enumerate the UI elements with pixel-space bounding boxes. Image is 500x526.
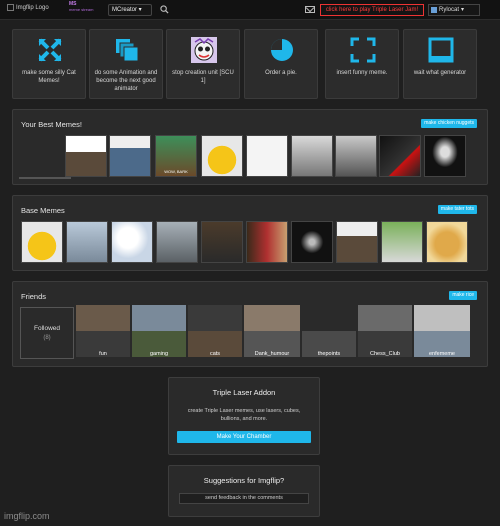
addon-description: create Triple Laser memes, use lasers, c… — [187, 408, 301, 422]
make-tater-tots-button[interactable]: make tater tots — [437, 205, 477, 214]
panel-title: Friends — [21, 292, 47, 301]
mail-icon[interactable] — [305, 6, 315, 13]
shortcut-tile[interactable]: Order a pie. — [244, 29, 318, 99]
meme-thumb[interactable] — [246, 221, 288, 263]
meme-thumb[interactable] — [156, 221, 198, 263]
promo-link[interactable]: click here to play Triple Laser Jam! — [320, 4, 424, 16]
panel-title: Your Best Memes! — [21, 120, 82, 129]
shortcut-tile[interactable]: do some Animation and become the next go… — [89, 29, 163, 99]
triple-laser-addon-box: Triple Laser Addon create Triple Laser m… — [168, 377, 320, 455]
meme-thumb[interactable] — [111, 221, 153, 263]
stream-select[interactable]: MCreator ▾ — [108, 4, 152, 16]
make-chicken-nuggets-button[interactable]: make chicken nuggets — [421, 119, 477, 128]
meme-thumb[interactable]: WOW, BARK — [155, 135, 197, 177]
friend-folder-fun[interactable]: fun — [76, 305, 130, 357]
meme-thumb[interactable] — [201, 221, 243, 263]
meme-thumb[interactable] — [424, 135, 466, 177]
character-face-icon — [191, 37, 217, 63]
feedback-field[interactable]: send feedback in the comments — [179, 493, 309, 504]
search-icon[interactable] — [160, 5, 169, 14]
scroll-indicator[interactable] — [19, 177, 71, 179]
base-memes-panel: Base Memes make tater tots — [12, 195, 488, 271]
meme-thumb[interactable] — [21, 221, 63, 263]
shortcut-tile[interactable]: make some silly Cat Memes! — [12, 29, 86, 99]
make-your-chamber-button[interactable]: Make Your Chamber — [177, 431, 311, 443]
meme-thumb[interactable] — [379, 135, 421, 177]
pie-chart-icon — [271, 39, 293, 61]
friend-folder-dank-humour[interactable]: Dank_humour — [244, 305, 300, 357]
suggestions-box: Suggestions for Imgflip? send feedback i… — [168, 465, 320, 517]
broken-image-icon — [7, 4, 14, 11]
meme-thumb[interactable] — [65, 135, 107, 177]
x-arrows-icon — [38, 38, 62, 62]
friend-folder-chess-club[interactable]: Chess_Club — [358, 305, 412, 357]
best-memes-panel: Your Best Memes! make chicken nuggets WO… — [12, 109, 488, 185]
shortcut-tile[interactable]: wait what generator — [403, 29, 477, 99]
window-icon — [428, 37, 454, 63]
friend-folder-gaming[interactable]: gaming — [132, 305, 186, 357]
meme-thumb[interactable] — [66, 221, 108, 263]
avatar — [431, 7, 437, 13]
meme-thumb[interactable] — [201, 135, 243, 177]
site-watermark: imgflip.com — [4, 511, 50, 521]
shortcut-tile[interactable]: insert funny meme. — [325, 29, 399, 99]
make-rice-button[interactable]: make rice — [449, 291, 477, 300]
shortcut-tile[interactable]: stop creation unit [SCU 1] — [166, 29, 240, 99]
friend-folder-thepoints[interactable]: thepoints — [302, 305, 356, 357]
meme-thumb[interactable] — [291, 221, 333, 263]
friend-folder-cats[interactable]: cats — [188, 305, 242, 357]
meme-thumb[interactable] — [335, 135, 377, 177]
imgflip-logo[interactable]: Imgflip Logo — [7, 4, 49, 11]
meme-stream-badge[interactable]: MS meme stream — [69, 2, 95, 18]
addon-title: Triple Laser Addon — [212, 388, 276, 397]
meme-thumb[interactable] — [109, 135, 151, 177]
stacked-frames-icon — [116, 39, 139, 62]
meme-thumb[interactable] — [336, 221, 378, 263]
followed-folder[interactable]: Followed (8) — [20, 307, 74, 359]
friend-folder-enfememe[interactable]: enfememe — [414, 305, 470, 357]
meme-thumb[interactable] — [291, 135, 333, 177]
suggestions-title: Suggestions for Imgflip? — [203, 476, 285, 485]
meme-thumb[interactable] — [426, 221, 468, 263]
top-bar: Imgflip Logo MS meme stream MCreator ▾ cl… — [0, 0, 500, 20]
meme-thumb[interactable] — [246, 135, 288, 177]
fullscreen-icon — [350, 37, 376, 63]
panel-title: Base Memes — [21, 206, 65, 215]
user-menu[interactable]: Rylocat ▾ — [428, 4, 480, 16]
meme-thumb[interactable] — [381, 221, 423, 263]
